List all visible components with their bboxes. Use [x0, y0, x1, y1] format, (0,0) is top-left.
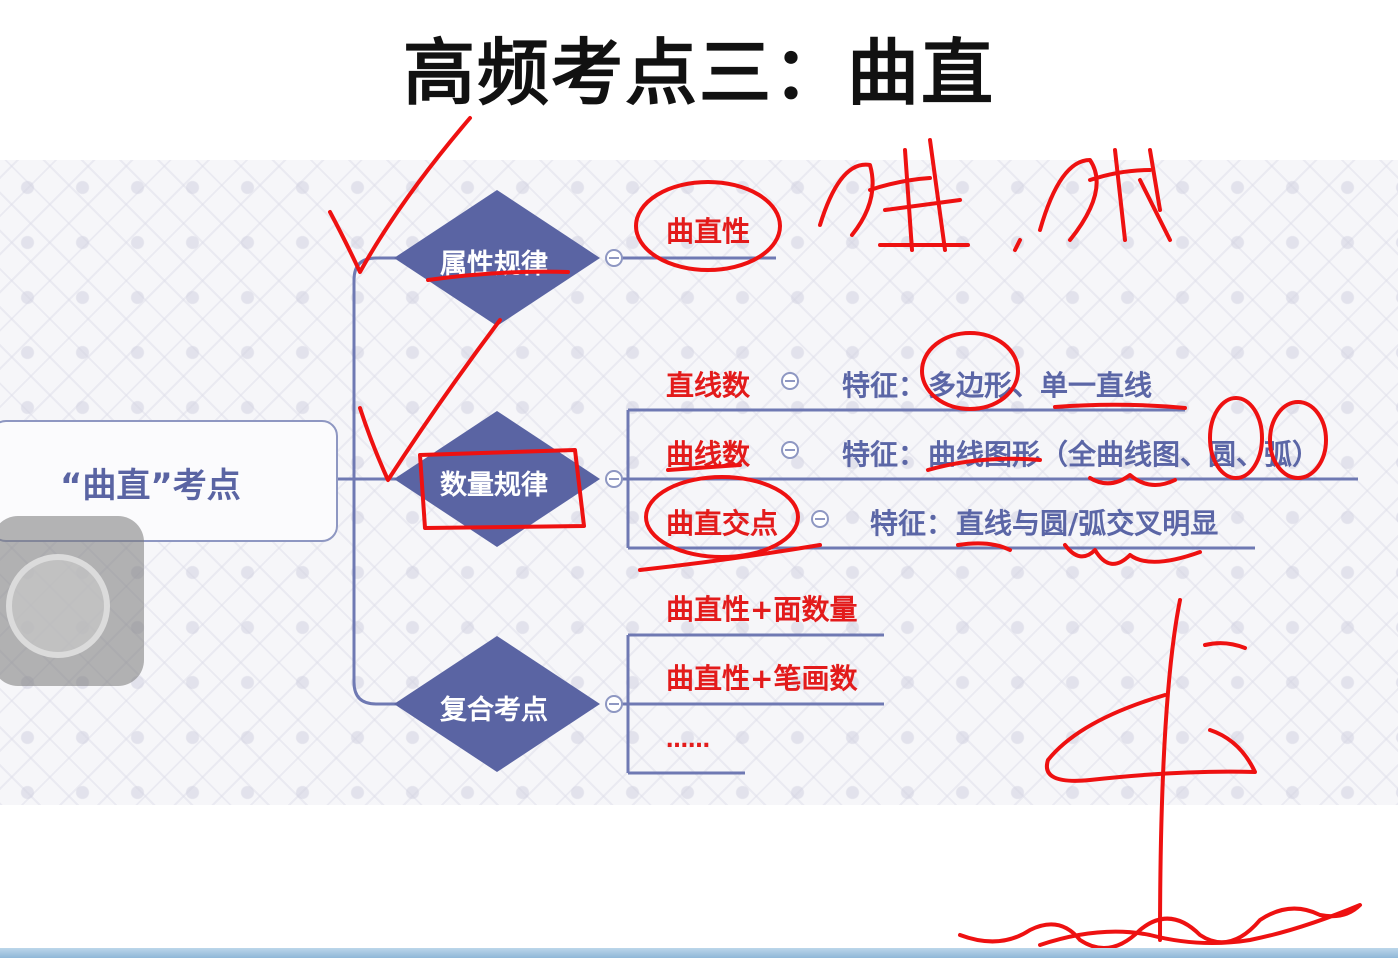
- bottom-bar: [0, 948, 1398, 958]
- handwritten-annotations: [328, 116, 1362, 950]
